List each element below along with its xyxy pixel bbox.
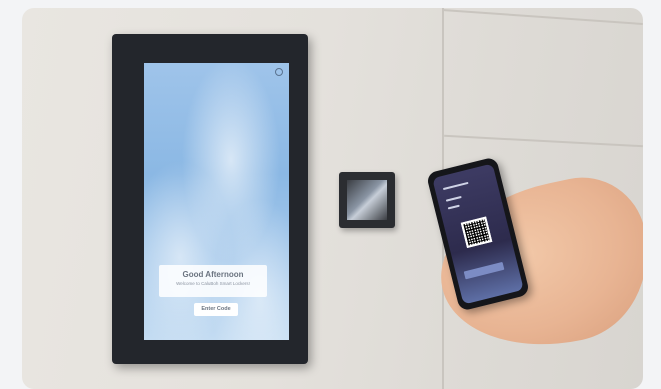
photo-background: Good Afternoon Welcome to CaluBoh Smart … bbox=[22, 8, 643, 389]
card-reader bbox=[339, 172, 395, 228]
phone-text-line bbox=[445, 195, 462, 202]
welcome-card: Good Afternoon Welcome to CaluBoh Smart … bbox=[159, 265, 267, 297]
kiosk-top-bar bbox=[150, 68, 283, 78]
qr-code-icon bbox=[460, 216, 493, 249]
phone-text-line bbox=[442, 181, 469, 191]
phone-text-line bbox=[447, 204, 460, 210]
reader-glass bbox=[347, 180, 387, 220]
enter-code-button[interactable]: Enter Code bbox=[194, 303, 238, 316]
gear-icon[interactable] bbox=[275, 68, 283, 76]
phone-text-line bbox=[463, 261, 505, 280]
welcome-subtitle: Welcome to CaluBoh Smart Lockers! bbox=[176, 281, 250, 286]
wall-seam bbox=[442, 8, 643, 26]
greeting-text: Good Afternoon bbox=[182, 270, 244, 279]
wall-seam bbox=[444, 134, 643, 148]
kiosk-screen: Good Afternoon Welcome to CaluBoh Smart … bbox=[144, 63, 289, 340]
